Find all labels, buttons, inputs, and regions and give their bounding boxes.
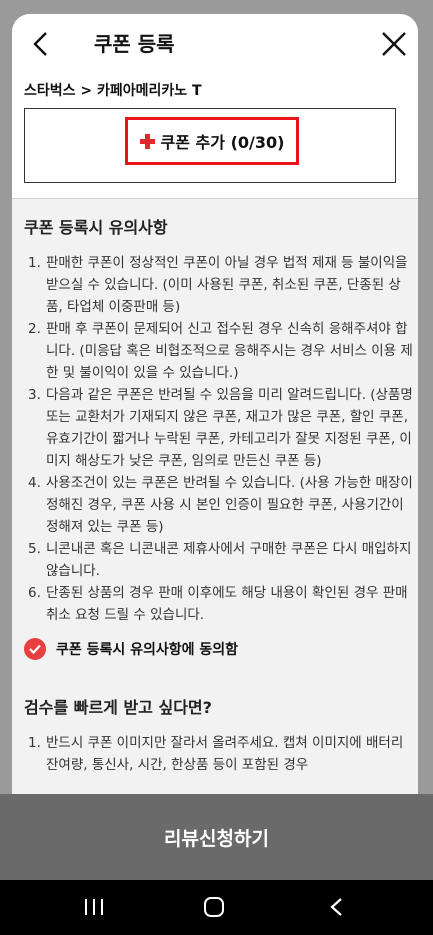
notice-list: 1. 판매한 쿠폰이 정상적인 쿠폰이 아닐 경우 법적 제재 등 불이익을 받으… <box>24 252 414 626</box>
home-icon[interactable] <box>203 896 225 918</box>
list-item: 5. 니콘내콘 혹은 니콘내콘 제휴사에서 구매한 쿠폰은 다시 매입하지 않습니… <box>28 541 412 579</box>
review-tips-title: 검수를 빠르게 받고 싶다면? <box>24 698 212 717</box>
system-nav-bar <box>0 880 433 935</box>
plus-icon <box>139 133 155 149</box>
divider <box>12 198 418 199</box>
list-item: 6. 단종된 상품의 경우 판매 이후에도 해당 내용이 확인된 경우 판매 취소… <box>28 585 408 623</box>
list-item: 4. 사용조건이 있는 쿠폰은 반려될 수 있습니다. (사용 가능한 매장이 정… <box>28 475 413 535</box>
submit-review-button[interactable]: 리뷰신청하기 <box>0 794 433 880</box>
coupon-box: 쿠폰 추가 (0/30) <box>24 108 396 183</box>
coupon-register-sheet: 쿠폰 등록 스타벅스 > 카페아메리카노 T 쿠폰 추가 (0/30) 쿠폰 등… <box>12 14 418 834</box>
agree-checkbox[interactable]: 쿠폰 등록시 유의사항에 동의함 <box>24 638 414 660</box>
list-item: 3. 다음과 같은 쿠폰은 반려될 수 있음을 미리 알려드립니다. (상품명 또… <box>28 387 413 469</box>
nav-back-icon[interactable] <box>327 896 347 918</box>
header: 쿠폰 등록 <box>12 14 418 76</box>
chevron-left-icon[interactable] <box>28 30 56 58</box>
list-item: 1. 판매한 쿠폰이 정상적인 쿠폰이 아닐 경우 법적 제재 등 불이익을 받으… <box>28 255 408 315</box>
notice-section: 쿠폰 등록시 유의사항 1. 판매한 쿠폰이 정상적인 쿠폰이 아닐 경우 법적 … <box>24 204 414 776</box>
close-icon[interactable] <box>380 30 408 58</box>
coupon-area: 스타벅스 > 카페아메리카노 T 쿠폰 추가 (0/30) <box>12 76 418 198</box>
check-circle-icon[interactable] <box>24 638 46 660</box>
add-coupon-button[interactable]: 쿠폰 추가 (0/30) <box>125 117 299 165</box>
page-title: 쿠폰 등록 <box>94 32 175 56</box>
review-tips-list: 1. 반드시 쿠폰 이미지만 잘라서 올려주세요. 캡쳐 이미지에 배터리 잔여량… <box>24 732 414 776</box>
agree-label: 쿠폰 등록시 유의사항에 동의함 <box>56 642 239 658</box>
breadcrumb: 스타벅스 > 카페아메리카노 T <box>24 83 202 99</box>
list-item: 2. 판매 후 쿠폰이 문제되어 신고 접수된 경우 신속히 응해주셔야 합니다.… <box>28 321 413 381</box>
review-tips-section: 검수를 빠르게 받고 싶다면? 1. 반드시 쿠폰 이미지만 잘라서 올려주세요.… <box>24 694 414 776</box>
list-item: 1. 반드시 쿠폰 이미지만 잘라서 올려주세요. 캡쳐 이미지에 배터리 잔여량… <box>28 735 404 773</box>
notice-title: 쿠폰 등록시 유의사항 <box>24 218 168 237</box>
add-coupon-label: 쿠폰 추가 (0/30) <box>160 133 285 152</box>
recent-apps-icon[interactable] <box>83 897 105 917</box>
